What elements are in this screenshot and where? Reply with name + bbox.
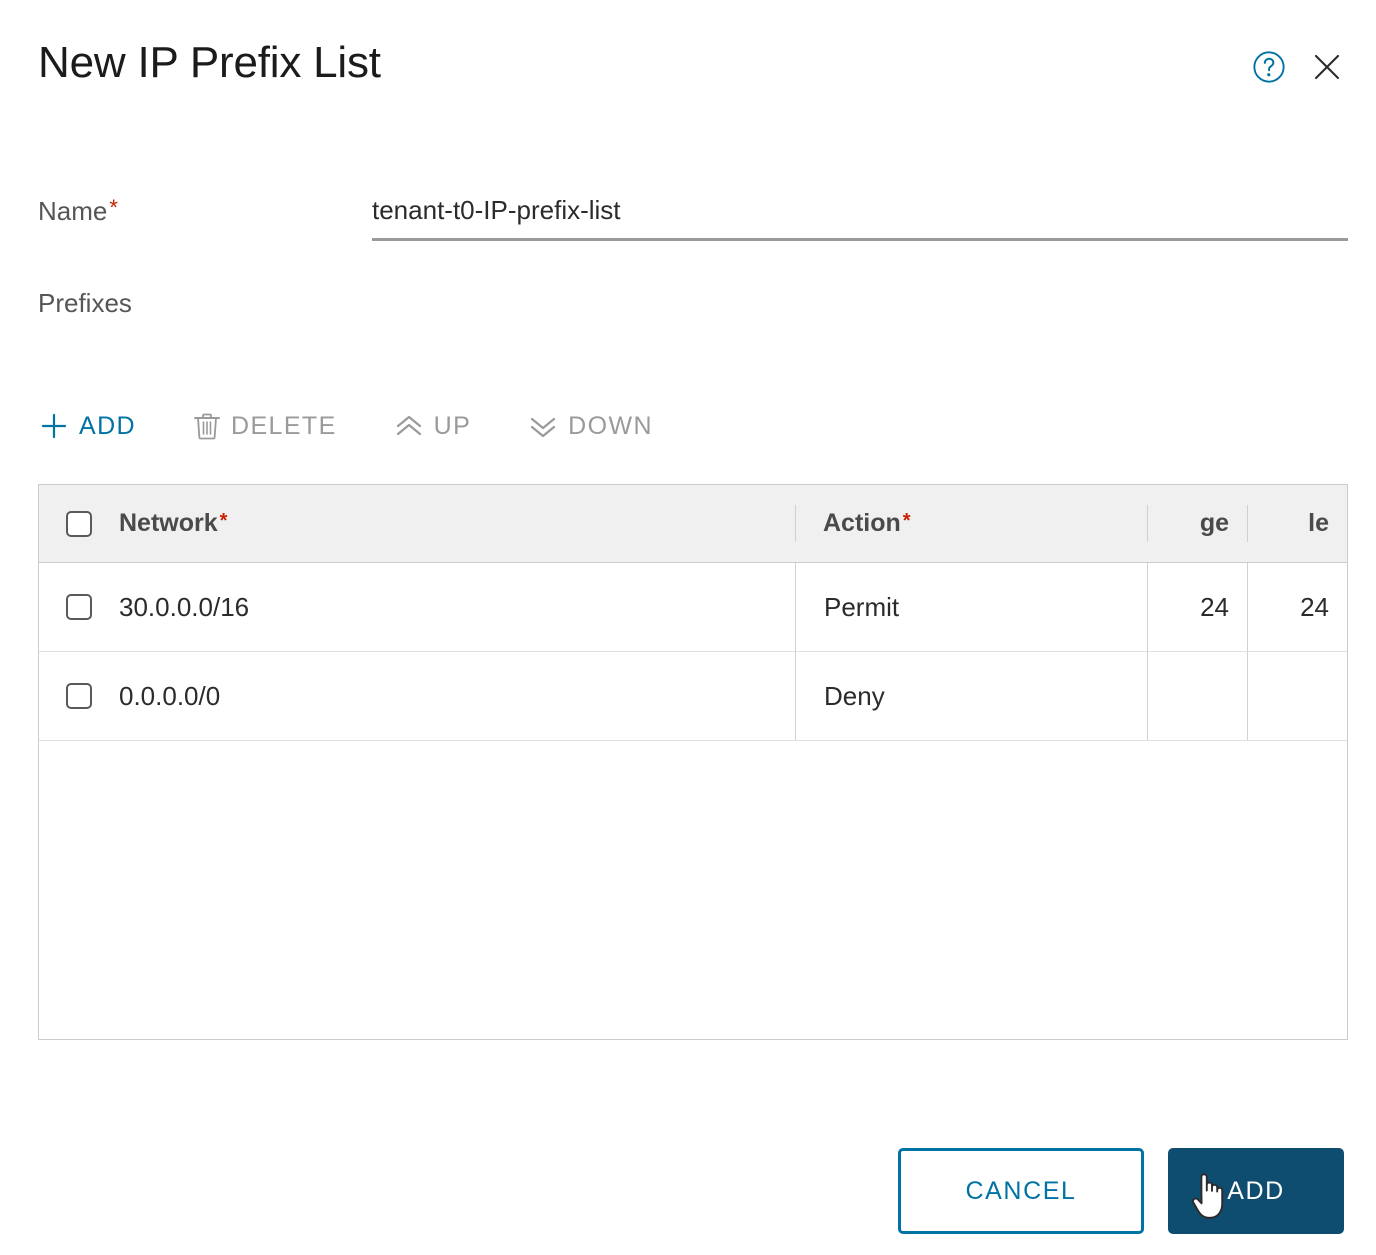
column-header-action-label: Action (823, 509, 901, 537)
table-row[interactable]: 30.0.0.0/16 Permit 24 24 (39, 563, 1347, 652)
mouse-cursor-pointer-icon (1192, 1173, 1224, 1219)
cell-network: 30.0.0.0/16 (119, 563, 795, 651)
column-header-action-required: * (902, 510, 911, 532)
move-down-label: DOWN (568, 411, 653, 440)
row-checkbox[interactable] (66, 594, 92, 620)
double-chevron-up-icon (393, 410, 425, 442)
select-all-checkbox[interactable] (66, 510, 92, 537)
plus-icon (38, 410, 70, 442)
name-input[interactable] (372, 188, 1348, 232)
dialog-footer: CANCEL ADD (898, 1148, 1344, 1234)
column-header-network[interactable]: Network * (119, 485, 795, 562)
prefixes-toolbar: ADD DELETE UP DOWN (38, 402, 669, 450)
cell-ge: 24 (1147, 563, 1247, 651)
header-actions (1252, 50, 1342, 84)
name-input-wrapper (372, 188, 1348, 241)
cell-ge (1147, 652, 1247, 740)
cell-network-text: 0.0.0.0/0 (119, 680, 221, 711)
cell-le: 24 (1247, 563, 1347, 651)
prefixes-section-label: Prefixes (38, 288, 132, 318)
row-select-cell (39, 563, 119, 651)
move-up-label: UP (433, 411, 472, 440)
help-circle-icon[interactable] (1252, 50, 1286, 84)
prefixes-table: Network * Action * ge le 30.0.0.0/16 Permi… (38, 484, 1348, 1040)
add-button-label: ADD (1227, 1176, 1285, 1205)
cell-network-text: 30.0.0.0/16 (119, 591, 250, 622)
cell-action: Permit (795, 563, 1147, 651)
dialog-header: New IP Prefix List (0, 0, 1376, 140)
cancel-button[interactable]: CANCEL (898, 1148, 1144, 1234)
trash-icon (192, 410, 222, 442)
column-header-ge-label: ge (1199, 509, 1229, 537)
table-body: 30.0.0.0/16 Permit 24 24 0.0.0.0/0 Deny (39, 563, 1347, 741)
row-checkbox[interactable] (66, 683, 92, 709)
cell-action: Deny (795, 652, 1147, 740)
row-select-cell (39, 652, 119, 740)
cell-le (1247, 652, 1347, 740)
name-label-text: Name (38, 196, 108, 226)
page-title: New IP Prefix List (38, 38, 381, 87)
column-header-action[interactable]: Action * (795, 485, 1147, 562)
name-field-row: Name* (0, 188, 1376, 250)
table-row[interactable]: 0.0.0.0/0 Deny (39, 652, 1347, 741)
required-asterisk: * (109, 195, 118, 220)
cell-le-text: 24 (1300, 591, 1329, 622)
column-header-network-label: Network (119, 509, 218, 537)
delete-prefix-button[interactable]: DELETE (192, 402, 353, 450)
column-header-network-required: * (219, 510, 228, 532)
column-header-le[interactable]: le (1247, 485, 1347, 562)
cell-network: 0.0.0.0/0 (119, 652, 795, 740)
delete-prefix-label: DELETE (230, 411, 337, 440)
name-label: Name* (38, 196, 118, 227)
add-button[interactable]: ADD (1168, 1148, 1344, 1234)
move-down-button[interactable]: DOWN (527, 402, 669, 450)
cell-action-text: Permit (824, 591, 900, 622)
add-prefix-button[interactable]: ADD (38, 402, 152, 450)
cell-action-text: Deny (824, 680, 885, 711)
move-up-button[interactable]: UP (393, 402, 488, 450)
select-all-cell (39, 485, 119, 562)
double-chevron-down-icon (527, 410, 559, 442)
cell-ge-text: 24 (1200, 591, 1229, 622)
column-header-ge[interactable]: ge (1147, 485, 1247, 562)
add-prefix-label: ADD (79, 411, 136, 440)
table-header-row: Network * Action * ge le (39, 485, 1347, 563)
column-header-le-label: le (1308, 509, 1329, 537)
close-icon[interactable] (1312, 52, 1342, 82)
